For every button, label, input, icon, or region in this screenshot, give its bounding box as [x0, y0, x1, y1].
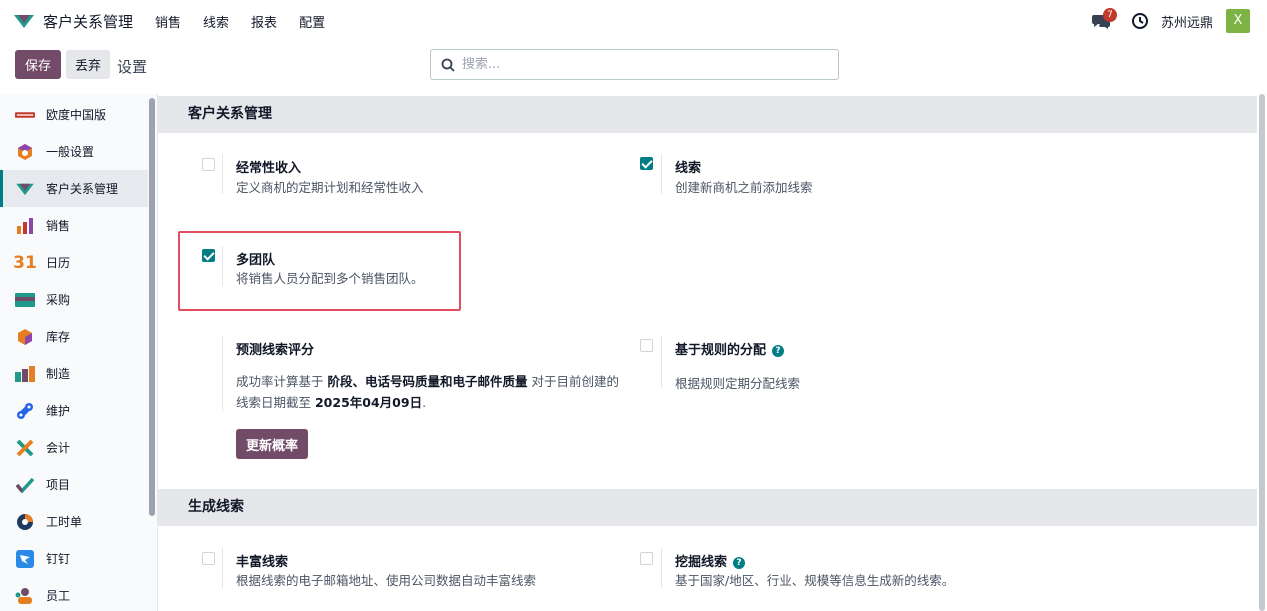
page-title: 设置: [117, 58, 148, 76]
timesheet-app-icon: [15, 512, 35, 532]
search-box[interactable]: [430, 49, 839, 80]
lead-mining-title: 挖掘线索?: [675, 551, 746, 570]
lead-mining-desc: 基于国家/地区、行业、规模等信息生成新的线索。: [675, 573, 955, 588]
menu-item-reports[interactable]: 报表: [251, 12, 277, 31]
sidebar-item-odoo-china[interactable]: 欧度中国版: [0, 96, 148, 133]
sidebar-item-timesheet[interactable]: 工时单: [0, 503, 148, 540]
sidebar-item-project[interactable]: 项目: [0, 466, 148, 503]
menu-item-sales[interactable]: 销售: [155, 12, 181, 31]
sidebar-scrollbar[interactable]: [149, 98, 155, 516]
predictive-scoring-desc: 成功率计算基于 阶段、电话号码质量和电子邮件质量 对于目前创建的线索日期截至 2…: [236, 374, 619, 410]
update-probabilities-button[interactable]: 更新概率: [236, 429, 308, 459]
manufacturing-app-icon: [15, 364, 35, 384]
maintenance-app-icon: [15, 401, 35, 421]
setting-divider: [222, 154, 223, 194]
content-scrollbar[interactable]: [1259, 94, 1265, 611]
recurring-revenue-title: 经常性收入: [236, 161, 302, 176]
app-brand[interactable]: 客户关系管理: [13, 11, 133, 32]
multi-teams-title: 多团队: [236, 253, 276, 268]
employees-app-icon: [15, 586, 35, 606]
sidebar-item-employees[interactable]: 员工: [0, 577, 148, 611]
user-avatar[interactable]: X: [1226, 9, 1250, 33]
control-panel: 保存 丢弃 设置: [0, 42, 1267, 94]
setting-divider: [222, 336, 223, 411]
activity-clock-icon[interactable]: [1131, 12, 1149, 30]
discard-button[interactable]: 丢弃: [66, 50, 110, 79]
systray: 7 苏州远鼎 X: [1091, 8, 1250, 33]
sidebar-item-crm[interactable]: 客户关系管理: [0, 170, 148, 207]
leads-title: 线索: [675, 161, 702, 176]
save-button[interactable]: 保存: [15, 50, 61, 79]
help-icon[interactable]: ?: [733, 557, 746, 569]
leads-checkbox[interactable]: [640, 157, 653, 170]
recurring-revenue-desc: 定义商机的定期计划和经常性收入: [236, 180, 424, 195]
settings-app-icon: [15, 142, 35, 162]
company-switcher[interactable]: 苏州远鼎: [1161, 12, 1213, 31]
multi-teams-checkbox[interactable]: [202, 249, 215, 262]
lead-mining-checkbox[interactable]: [640, 552, 653, 565]
rule-based-assignment-desc: 根据规则定期分配线索: [675, 376, 801, 391]
sidebar-item-accounting[interactable]: 会计: [0, 429, 148, 466]
search-icon: [441, 58, 455, 72]
leads-desc: 创建新商机之前添加线索: [675, 180, 813, 195]
setting-divider: [661, 548, 662, 588]
sidebar-item-general-settings[interactable]: 一般设置: [0, 133, 148, 170]
sidebar-item-manufacturing[interactable]: 制造: [0, 355, 148, 392]
notification-badge: 7: [1102, 8, 1117, 22]
menu-item-config[interactable]: 配置: [299, 12, 325, 31]
rule-based-assignment-checkbox[interactable]: [640, 339, 653, 352]
lead-enrichment-title: 丰富线索: [236, 555, 289, 570]
inventory-app-icon: [15, 327, 35, 347]
search-input[interactable]: [462, 57, 822, 72]
app-title: 客户关系管理: [43, 12, 134, 31]
predictive-scoring-title: 预测线索评分: [236, 343, 315, 358]
lead-enrichment-checkbox[interactable]: [202, 552, 215, 565]
rule-based-assignment-title: 基于规则的分配?: [675, 339, 785, 358]
dingtalk-app-icon: [15, 549, 35, 569]
setting-divider: [222, 246, 223, 286]
section-header-lead-generation: 生成线索: [158, 489, 1257, 526]
setting-divider: [661, 154, 662, 194]
top-navbar: 客户关系管理 销售 线索 报表 配置 7 苏州远鼎 X: [0, 0, 1267, 42]
help-icon[interactable]: ?: [772, 345, 785, 357]
setting-divider: [661, 336, 662, 388]
lead-enrichment-desc: 根据线索的电子邮箱地址、使用公司数据自动丰富线索: [236, 573, 537, 588]
multi-teams-desc: 将销售人员分配到多个销售团队。: [236, 271, 424, 286]
odoo-china-logo-icon: [15, 105, 35, 125]
menu-item-leads[interactable]: 线索: [203, 12, 229, 31]
sidebar-item-maintenance[interactable]: 维护: [0, 392, 148, 429]
sidebar-item-calendar[interactable]: 31 日历: [0, 244, 148, 281]
calendar-app-icon: 31: [13, 252, 37, 273]
accounting-app-icon: [15, 438, 35, 458]
sidebar-item-sales[interactable]: 销售: [0, 207, 148, 244]
setting-divider: [222, 548, 223, 588]
main-menu: 销售 线索 报表 配置: [155, 12, 347, 31]
sidebar-item-inventory[interactable]: 库存: [0, 318, 148, 355]
settings-content: 客户关系管理 经常性收入 定义商机的定期计划和经常性收入 线索 创建新商机之前添…: [158, 94, 1267, 611]
purchase-app-icon: [15, 290, 35, 310]
crm-app-icon: [15, 179, 35, 199]
sales-app-icon: [15, 216, 35, 236]
crm-logo-icon: [14, 15, 34, 28]
recurring-revenue-checkbox[interactable]: [202, 158, 215, 171]
settings-sidebar: 欧度中国版 一般设置 客户关系管理 销售 31 日历 采购 库存 制造 维护 会…: [0, 94, 158, 611]
sidebar-item-purchase[interactable]: 采购: [0, 281, 148, 318]
section-header-crm: 客户关系管理: [158, 96, 1257, 133]
sidebar-item-dingtalk[interactable]: 钉钉: [0, 540, 148, 577]
messaging-icon[interactable]: 7: [1091, 8, 1117, 31]
project-app-icon: [15, 475, 35, 495]
